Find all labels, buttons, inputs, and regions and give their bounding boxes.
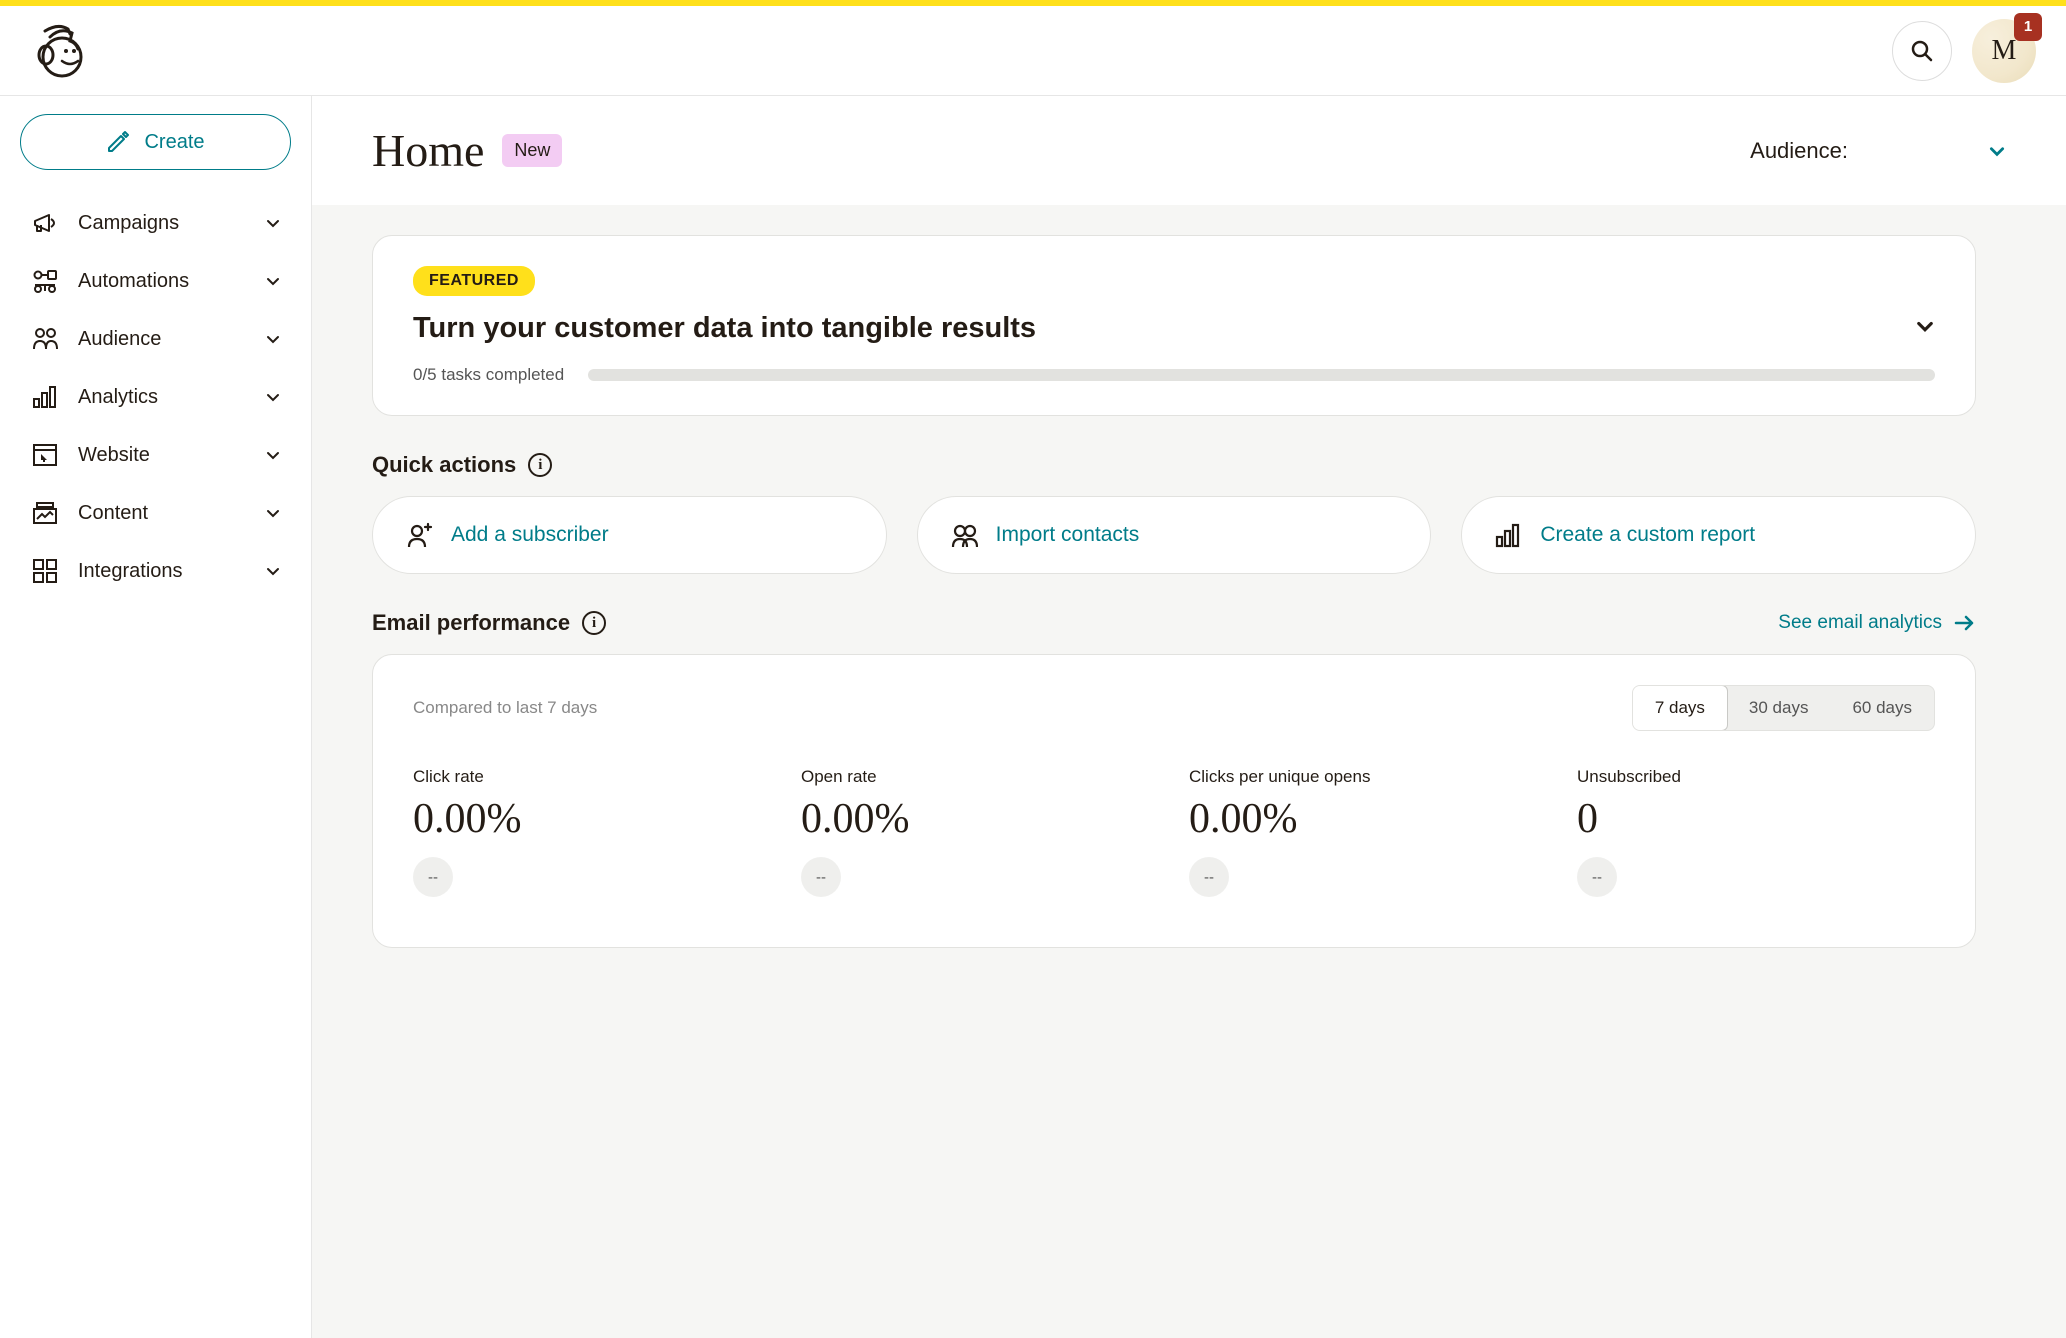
- quick-action-import-contacts[interactable]: Import contacts: [917, 496, 1432, 574]
- perf-stat-click-rate: Click rate 0.00% --: [413, 767, 771, 897]
- chevron-down-icon: [1915, 316, 1935, 336]
- automations-icon: [30, 266, 60, 296]
- featured-card: FEATURED Turn your customer data into ta…: [372, 235, 1976, 416]
- quick-action-create-report[interactable]: Create a custom report: [1461, 496, 1976, 574]
- user-avatar[interactable]: M 1: [1972, 19, 2036, 83]
- chevron-down-icon: [265, 389, 281, 405]
- chevron-down-icon: [265, 273, 281, 289]
- topbar: M 1: [0, 6, 2066, 96]
- users-icon: [950, 521, 978, 549]
- date-range-30-days[interactable]: 30 days: [1727, 686, 1831, 730]
- perf-stat-clicks-per-open: Clicks per unique opens 0.00% --: [1189, 767, 1547, 897]
- chevron-down-icon: [265, 215, 281, 231]
- featured-progress-text: 0/5 tasks completed: [413, 365, 564, 385]
- date-range-toggle: 7 days 30 days 60 days: [1632, 685, 1935, 731]
- featured-expand-button[interactable]: [1915, 316, 1935, 336]
- featured-badge: FEATURED: [413, 266, 535, 296]
- info-icon[interactable]: i: [582, 611, 606, 635]
- perf-stat-open-rate: Open rate 0.00% --: [801, 767, 1159, 897]
- quick-actions-title: Quick actions: [372, 452, 516, 478]
- notification-badge: 1: [2014, 13, 2042, 41]
- logo[interactable]: [30, 23, 86, 79]
- chevron-down-icon: [265, 505, 281, 521]
- sidebar-item-website[interactable]: Website: [20, 426, 291, 484]
- sidebar-item-automations[interactable]: Automations: [20, 252, 291, 310]
- bar-chart-icon: [1494, 521, 1522, 549]
- chevron-down-icon: [1988, 142, 2006, 160]
- featured-title: Turn your customer data into tangible re…: [413, 312, 1036, 345]
- sidebar-item-campaigns[interactable]: Campaigns: [20, 194, 291, 252]
- perf-stat-unsubscribed: Unsubscribed 0 --: [1577, 767, 1935, 897]
- avatar-initial: M: [1992, 35, 2017, 67]
- main-content: Home New Audience: FEATURED Turn your cu…: [312, 96, 2066, 1338]
- email-performance-title: Email performance: [372, 610, 570, 636]
- info-icon[interactable]: i: [528, 453, 552, 477]
- create-button[interactable]: Create: [20, 114, 291, 170]
- chevron-down-icon: [265, 563, 281, 579]
- see-email-analytics-link[interactable]: See email analytics: [1778, 611, 1976, 635]
- perf-compare-text: Compared to last 7 days: [413, 698, 597, 718]
- perf-stat-compare-badge: --: [1577, 857, 1617, 897]
- perf-stat-compare-badge: --: [801, 857, 841, 897]
- quick-action-add-subscriber[interactable]: Add a subscriber: [372, 496, 887, 574]
- perf-stat-compare-badge: --: [413, 857, 453, 897]
- add-user-icon: [405, 521, 433, 549]
- chevron-down-icon: [265, 331, 281, 347]
- bar-chart-icon: [30, 382, 60, 412]
- featured-progress-bar: [588, 369, 1935, 381]
- page-title: Home: [372, 124, 484, 177]
- sidebar-item-integrations[interactable]: Integrations: [20, 542, 291, 600]
- search-icon: [1910, 39, 1934, 63]
- date-range-60-days[interactable]: 60 days: [1830, 686, 1934, 730]
- chevron-down-icon: [265, 447, 281, 463]
- website-icon: [30, 440, 60, 470]
- date-range-7-days[interactable]: 7 days: [1632, 685, 1728, 731]
- new-badge: New: [502, 134, 562, 167]
- search-button[interactable]: [1892, 21, 1952, 81]
- content-icon: [30, 498, 60, 528]
- arrow-right-icon: [1952, 611, 1976, 635]
- megaphone-icon: [30, 208, 60, 238]
- sidebar: Create Campaigns Automations: [0, 96, 312, 1338]
- sidebar-item-content[interactable]: Content: [20, 484, 291, 542]
- audience-icon: [30, 324, 60, 354]
- email-performance-card: Compared to last 7 days 7 days 30 days 6…: [372, 654, 1976, 948]
- audience-select[interactable]: Audience:: [1750, 138, 2006, 164]
- integrations-icon: [30, 556, 60, 586]
- sidebar-item-analytics[interactable]: Analytics: [20, 368, 291, 426]
- page-header: Home New Audience:: [312, 96, 2066, 205]
- sidebar-item-audience[interactable]: Audience: [20, 310, 291, 368]
- mailchimp-logo-icon: [30, 23, 86, 79]
- perf-stat-compare-badge: --: [1189, 857, 1229, 897]
- pencil-icon: [106, 130, 130, 154]
